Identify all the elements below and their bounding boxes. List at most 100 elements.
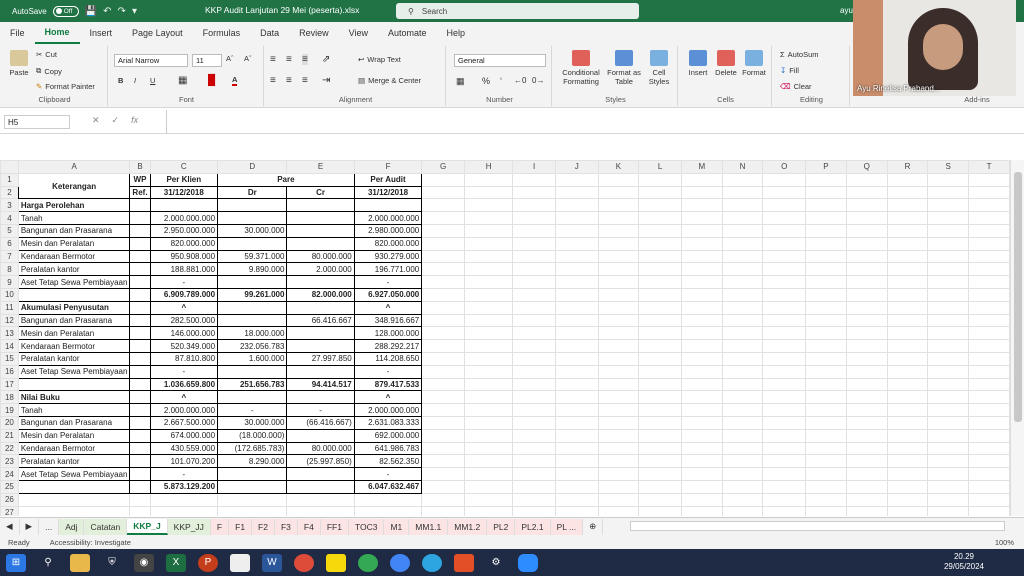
cell[interactable] [886,428,929,443]
cell[interactable] [680,351,723,366]
chrome-icon[interactable] [294,553,314,572]
cell[interactable] [597,505,640,516]
cell[interactable] [762,415,807,430]
cell-wp-ref[interactable] [129,249,151,264]
column-header[interactable]: O [762,160,807,174]
row-number[interactable]: 11 [0,300,19,315]
cell[interactable] [762,339,807,353]
vertical-scrollbar[interactable] [1010,160,1024,516]
cell-cr[interactable] [286,275,355,289]
cell[interactable] [886,185,929,200]
cell[interactable] [680,313,723,328]
cell[interactable] [638,223,682,238]
cell[interactable] [805,198,847,213]
cell[interactable] [927,172,970,187]
cell[interactable] [421,441,465,456]
row-number[interactable]: 20 [0,415,19,430]
cell[interactable] [421,300,465,315]
tab-insert[interactable]: Insert [80,22,123,44]
cell[interactable] [805,185,847,200]
cell[interactable] [886,300,929,315]
cell[interactable] [805,236,847,251]
telegram-icon[interactable] [422,553,442,572]
cell[interactable] [638,313,682,328]
cell[interactable] [968,300,1010,315]
row-number[interactable]: 13 [0,326,19,341]
cell[interactable] [721,479,764,494]
cell[interactable] [886,467,929,481]
cell[interactable] [463,364,514,379]
cell[interactable] [927,339,970,353]
cell[interactable] [680,223,723,238]
cell-per-klien[interactable]: - [149,364,219,379]
cell-cr[interactable] [286,505,355,516]
cell[interactable] [886,505,929,516]
cell[interactable] [845,454,888,469]
cell[interactable] [721,415,764,430]
sheet-tab[interactable]: TOC3 [348,518,385,535]
cell[interactable] [927,326,970,341]
cell[interactable] [421,377,465,392]
cell-per-klien[interactable]: 820.000.000 [149,236,219,251]
cell-per-audit[interactable]: ^ [353,300,423,315]
cell[interactable] [463,403,514,417]
accessibility-status[interactable]: Accessibility: Investigate [50,538,131,547]
cell[interactable] [680,505,723,516]
cell[interactable] [597,172,640,187]
cell[interactable] [554,428,599,443]
cell-dr[interactable] [217,275,288,289]
cell[interactable] [554,300,599,315]
cell[interactable] [886,211,929,225]
cell-per-audit[interactable]: - [353,467,423,481]
cell[interactable] [680,479,723,494]
cell[interactable] [638,390,682,405]
cell-wp-ref[interactable] [129,364,151,379]
cell[interactable] [721,172,764,187]
cell-per-audit[interactable]: - [353,364,423,379]
cell[interactable] [886,364,929,379]
cell-per-klien[interactable]: - [149,467,219,481]
cell[interactable] [886,377,929,392]
cell[interactable] [463,415,514,430]
sheet-tab[interactable]: F [210,518,230,535]
cell[interactable] [845,211,888,225]
cell[interactable] [554,287,599,302]
cell[interactable] [968,313,1010,328]
cell[interactable] [886,262,929,277]
cell[interactable] [463,223,514,238]
cell[interactable] [421,403,465,417]
format-painter-button[interactable]: ✎ Format Painter [36,82,95,91]
cell[interactable] [721,185,764,200]
cell-wp-ref[interactable] [129,505,151,516]
cell-wp-ref[interactable] [129,467,151,481]
cell[interactable] [421,415,465,430]
cell[interactable] [463,300,514,315]
column-header[interactable]: L [638,160,682,174]
cell-keterangan[interactable]: Kendaraan Bermotor [17,441,131,456]
cell-per-klien[interactable]: ^ [149,300,219,315]
cell-wp-ref[interactable] [129,211,151,225]
cell[interactable] [927,236,970,251]
cell[interactable] [805,326,847,341]
cell[interactable] [554,403,599,417]
cell-dr[interactable]: 8.290.000 [217,454,288,469]
cell-dr[interactable] [217,364,288,379]
cell-keterangan[interactable]: Bangunan dan Prasarana [17,415,131,430]
cell[interactable] [554,415,599,430]
sheet-tab[interactable]: KKP_JJ [167,518,211,535]
cell-keterangan[interactable]: Aset Tetap Sewa Pembiayaan [17,275,131,289]
row-number[interactable]: 4 [0,211,19,225]
cell-per-audit[interactable]: 348.916.667 [353,313,423,328]
row-number[interactable]: 17 [0,377,19,392]
cell[interactable] [927,351,970,366]
cell[interactable] [968,351,1010,366]
cell-dr[interactable] [217,211,288,225]
indent-icon[interactable]: ⇥ [322,75,330,86]
row-number[interactable]: 22 [0,441,19,456]
cell-dr[interactable] [217,300,288,315]
cell[interactable] [463,172,514,187]
cell[interactable] [512,492,556,507]
cell[interactable] [805,454,847,469]
cell[interactable] [554,211,599,225]
cell[interactable] [463,454,514,469]
